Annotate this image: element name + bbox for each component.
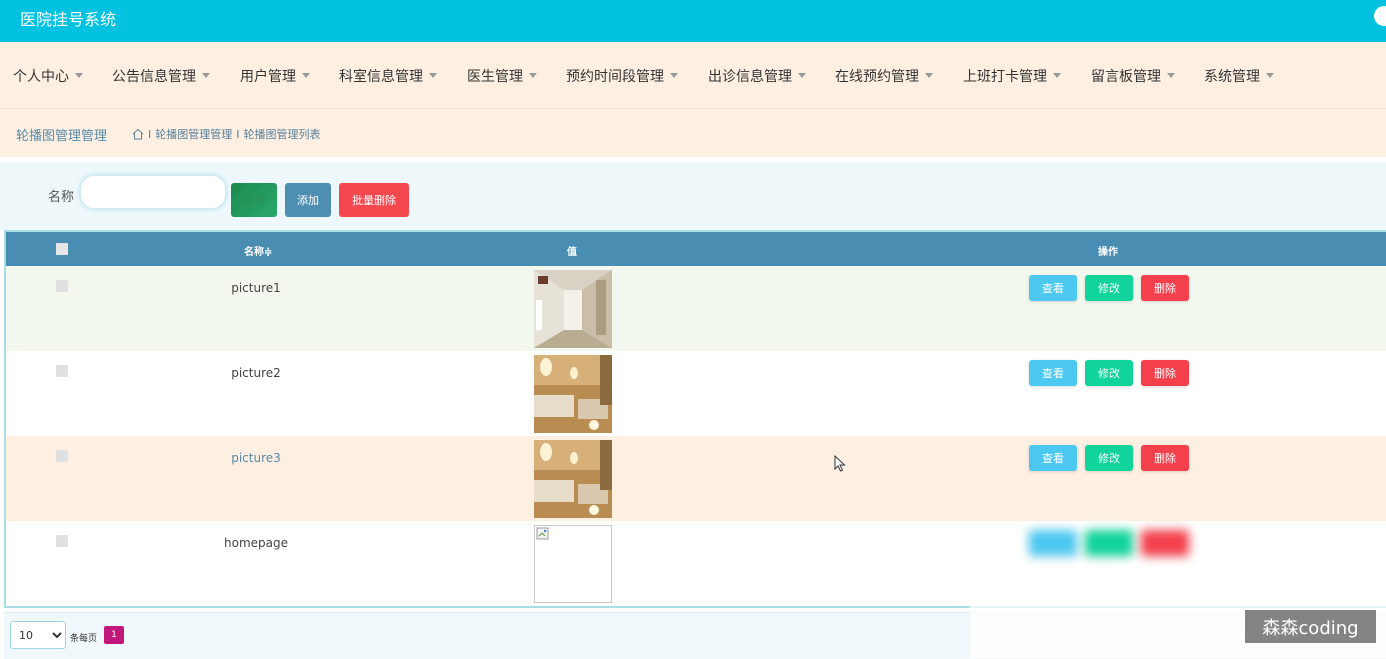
nav-item-message-board[interactable]: 留言板管理 bbox=[1091, 66, 1175, 86]
delete-button[interactable]: 删除 bbox=[1141, 360, 1189, 386]
add-button[interactable]: 添加 bbox=[285, 183, 331, 217]
view-button[interactable] bbox=[1029, 530, 1077, 556]
ward-thumbnail[interactable] bbox=[534, 355, 612, 433]
main-nav: 个人中心 公告信息管理 用户管理 科室信息管理 医生管理 预约时间段管理 出诊信… bbox=[0, 42, 1386, 109]
nav-item-doctors[interactable]: 医生管理 bbox=[467, 66, 537, 86]
carousel-table: 名称≑ 值 操作 picture1 查看 修改 删除 picture2 查看 修… bbox=[4, 230, 1386, 608]
column-header-name[interactable]: 名称≑ bbox=[244, 243, 272, 258]
name-search-input[interactable] bbox=[80, 175, 226, 209]
nav-item-system[interactable]: 系统管理 bbox=[1204, 66, 1274, 86]
corridor-thumbnail[interactable] bbox=[534, 270, 612, 348]
user-avatar[interactable] bbox=[1374, 6, 1386, 26]
broken-image-thumbnail[interactable] bbox=[534, 525, 612, 603]
table-row: picture3 查看 修改 删除 bbox=[6, 436, 1386, 521]
view-button[interactable]: 查看 bbox=[1029, 275, 1077, 301]
name-label: 名称 bbox=[48, 190, 75, 205]
caret-down-icon bbox=[1167, 72, 1175, 78]
edit-button[interactable] bbox=[1085, 530, 1133, 556]
edit-button[interactable]: 修改 bbox=[1085, 445, 1133, 471]
bulk-delete-button[interactable]: 批量删除 bbox=[339, 183, 409, 217]
nav-item-time-slots[interactable]: 预约时间段管理 bbox=[566, 66, 678, 86]
caret-down-icon bbox=[1266, 72, 1274, 78]
column-header-actions: 操作 bbox=[1098, 247, 1118, 258]
breadcrumb: I 轮播图管理管理 I 轮播图管理列表 bbox=[132, 126, 321, 142]
nav-item-notice[interactable]: 公告信息管理 bbox=[112, 66, 210, 86]
breadcrumb-bar: 轮播图管理管理 I 轮播图管理管理 I 轮播图管理列表 bbox=[0, 109, 1386, 157]
select-all-checkbox[interactable] bbox=[56, 243, 68, 255]
search-bar: 名称 查询 添加 批量删除 bbox=[0, 162, 1386, 230]
table-header: 名称≑ 值 操作 bbox=[6, 232, 1386, 266]
nav-item-clock-in[interactable]: 上班打卡管理 bbox=[963, 66, 1061, 86]
view-button[interactable]: 查看 bbox=[1029, 445, 1077, 471]
breadcrumb-level2: 轮播图管理列表 bbox=[243, 128, 321, 141]
broken-image-icon bbox=[536, 527, 549, 540]
column-header-value: 值 bbox=[567, 247, 577, 258]
caret-down-icon bbox=[75, 72, 83, 78]
watermark: 森森coding bbox=[1245, 610, 1376, 643]
page-size-select[interactable]: 10 bbox=[10, 621, 66, 649]
table-row: picture1 查看 修改 删除 bbox=[6, 266, 1386, 351]
delete-button[interactable]: 删除 bbox=[1141, 445, 1189, 471]
delete-button[interactable] bbox=[1141, 530, 1189, 556]
page-number-current[interactable]: 1 bbox=[104, 626, 124, 644]
nav-item-departments[interactable]: 科室信息管理 bbox=[339, 66, 437, 86]
delete-button[interactable]: 删除 bbox=[1141, 275, 1189, 301]
top-header: 医院挂号系统 bbox=[0, 0, 1386, 42]
row-name: picture1 bbox=[231, 281, 281, 295]
nav-item-users[interactable]: 用户管理 bbox=[240, 66, 310, 86]
row-name: picture2 bbox=[231, 366, 281, 380]
ward-thumbnail[interactable] bbox=[534, 440, 612, 518]
caret-down-icon bbox=[1053, 72, 1061, 78]
row-checkbox[interactable] bbox=[56, 280, 68, 292]
table-row: picture2 查看 修改 删除 bbox=[6, 351, 1386, 436]
row-name: homepage bbox=[224, 536, 288, 550]
nav-item-clinic-info[interactable]: 出诊信息管理 bbox=[708, 66, 806, 86]
caret-down-icon bbox=[302, 72, 310, 78]
caret-down-icon bbox=[529, 72, 537, 78]
row-checkbox[interactable] bbox=[56, 450, 68, 462]
nav-item-personal-center[interactable]: 个人中心 bbox=[13, 66, 83, 86]
row-checkbox[interactable] bbox=[56, 535, 68, 547]
per-page-label: 条每页 bbox=[70, 634, 98, 644]
mouse-cursor-icon bbox=[834, 455, 846, 472]
caret-down-icon bbox=[925, 72, 933, 78]
edit-button[interactable]: 修改 bbox=[1085, 360, 1133, 386]
breadcrumb-separator: I bbox=[236, 127, 240, 141]
app-title: 医院挂号系统 bbox=[20, 10, 117, 29]
breadcrumb-level1[interactable]: 轮播图管理管理 bbox=[155, 126, 232, 142]
breadcrumb-separator: I bbox=[148, 127, 152, 141]
caret-down-icon bbox=[202, 72, 210, 78]
caret-down-icon bbox=[798, 72, 806, 78]
page-title: 轮播图管理管理 bbox=[16, 129, 108, 144]
edit-button[interactable]: 修改 bbox=[1085, 275, 1133, 301]
view-button[interactable]: 查看 bbox=[1029, 360, 1077, 386]
search-button[interactable]: 查询 bbox=[231, 183, 277, 217]
caret-down-icon bbox=[429, 72, 437, 78]
caret-down-icon bbox=[670, 72, 678, 78]
row-checkbox[interactable] bbox=[56, 365, 68, 377]
home-icon[interactable] bbox=[132, 128, 144, 140]
row-name: picture3 bbox=[231, 451, 281, 465]
nav-item-appointments[interactable]: 在线预约管理 bbox=[835, 66, 933, 86]
